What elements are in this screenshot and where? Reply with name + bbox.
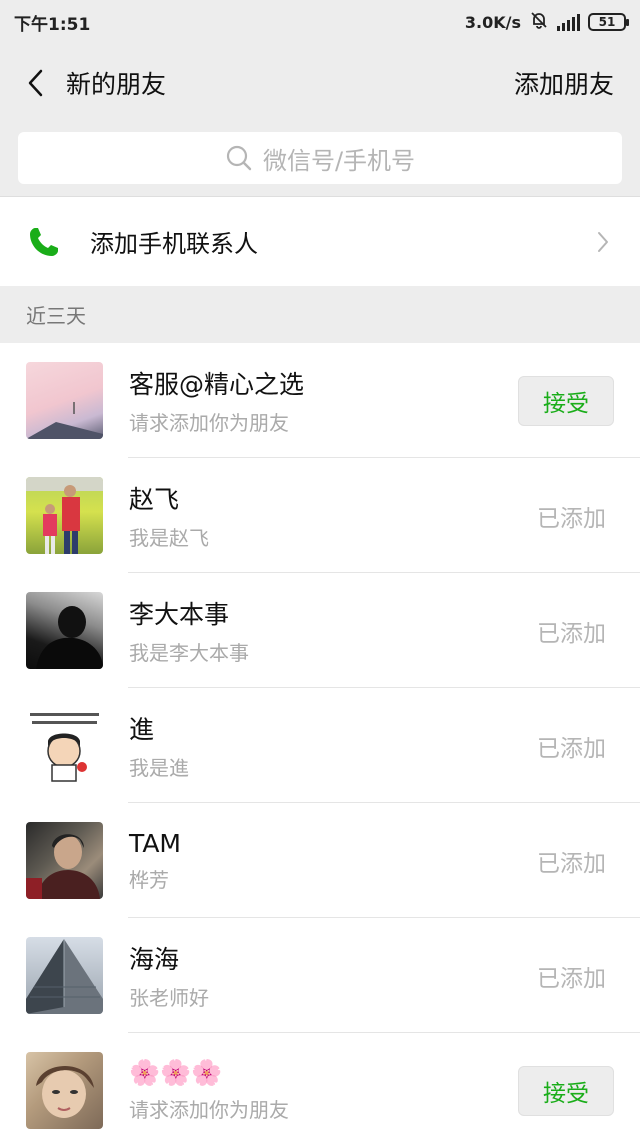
- added-status-label: 已添加: [537, 505, 606, 532]
- friend-row[interactable]: 進 我是進 已添加: [0, 688, 640, 803]
- mute-bell-icon: [529, 10, 549, 35]
- status-bar: 下午1:51 3.0K/s 51: [0, 0, 640, 44]
- added-status-label: 已添加: [537, 620, 606, 647]
- search-placeholder: 微信号/手机号: [262, 146, 416, 175]
- friend-name: 進: [129, 715, 155, 744]
- friend-message: 我是李大本事: [129, 641, 249, 665]
- avatar: [26, 362, 103, 439]
- friend-message: 张老师好: [129, 986, 209, 1010]
- friend-message: 我是進: [129, 756, 189, 780]
- battery-icon: 51: [588, 13, 629, 31]
- friend-name: TAM: [129, 828, 182, 858]
- friend-message: 请求添加你为朋友: [129, 1098, 289, 1122]
- signal-icon: [557, 13, 580, 31]
- section-header-recent: 近三天: [26, 304, 86, 328]
- status-right: 3.0K/s 51: [464, 10, 629, 35]
- page-title: 新的朋友: [66, 70, 167, 99]
- friend-name: 赵飞: [129, 485, 180, 514]
- friend-row[interactable]: 李大本事 我是李大本事 已添加: [0, 573, 640, 688]
- search-input[interactable]: 微信号/手机号: [18, 132, 622, 184]
- added-status-label: 已添加: [537, 850, 606, 877]
- avatar: [26, 707, 103, 784]
- accept-button[interactable]: 接受: [518, 1065, 614, 1116]
- friend-message: 我是赵飞: [129, 526, 209, 550]
- friend-request-list: 客服@精心之选 请求添加你为朋友 接受 赵飞 我是赵飞 已添加 李大本事 我是李…: [0, 343, 640, 1137]
- phone-icon: [30, 227, 58, 256]
- accept-button[interactable]: 接受: [518, 375, 614, 426]
- friend-name: 客服@精心之选: [129, 370, 305, 399]
- friend-row[interactable]: 客服@精心之选 请求添加你为朋友 接受: [0, 343, 640, 458]
- search-bar: 微信号/手机号: [0, 122, 640, 196]
- status-time: 下午1:51: [14, 14, 91, 35]
- friend-row[interactable]: 赵飞 我是赵飞 已添加: [0, 458, 640, 573]
- friend-name: 海海: [129, 945, 180, 974]
- avatar: [26, 592, 103, 669]
- chevron-right-icon: [598, 231, 608, 252]
- friend-row[interactable]: 🌸🌸🌸 请求添加你为朋友 接受: [0, 1033, 640, 1137]
- avatar: [26, 1052, 103, 1129]
- friend-row[interactable]: TAM 桦芳 已添加: [0, 803, 640, 918]
- added-status-label: 已添加: [537, 735, 606, 762]
- chevron-left-icon: [28, 69, 43, 97]
- avatar: [26, 477, 103, 554]
- friend-message: 桦芳: [129, 867, 169, 892]
- search-icon: [226, 145, 252, 171]
- friend-message: 请求添加你为朋友: [129, 411, 289, 435]
- friend-row[interactable]: 海海 张老师好 已添加: [0, 918, 640, 1033]
- added-status-label: 已添加: [537, 965, 606, 992]
- friend-name: 李大本事: [129, 600, 230, 629]
- back-button[interactable]: [18, 61, 54, 105]
- friend-name: 🌸🌸🌸: [129, 1058, 223, 1087]
- add-phone-contacts-label: 添加手机联系人: [90, 230, 258, 258]
- nav-bar: 新的朋友 添加朋友: [0, 44, 640, 122]
- avatar: [26, 937, 103, 1014]
- network-speed: 3.0K/s: [464, 12, 521, 32]
- avatar: [26, 822, 103, 899]
- add-friend-button[interactable]: 添加朋友: [514, 65, 622, 101]
- add-phone-contacts-row[interactable]: 添加手机联系人: [0, 196, 640, 286]
